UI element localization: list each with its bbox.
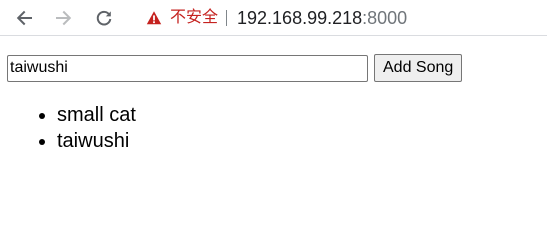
song-list-item: small cat bbox=[57, 102, 136, 128]
address-divider bbox=[226, 10, 228, 26]
url-text[interactable]: 192.168.99.218:8000 bbox=[237, 2, 407, 34]
song-list-item: taiwushi bbox=[57, 128, 136, 154]
arrow-left-icon bbox=[16, 10, 32, 26]
song-input[interactable] bbox=[7, 54, 368, 82]
url-host: 192.168.99.218 bbox=[237, 8, 363, 28]
security-status-label[interactable]: 不安全 bbox=[170, 2, 218, 34]
song-list: small cat taiwushi bbox=[0, 102, 136, 154]
url-port: :8000 bbox=[362, 8, 408, 28]
back-button[interactable] bbox=[12, 6, 36, 30]
reload-icon bbox=[96, 10, 112, 26]
page-content: Add Song small cat taiwushi bbox=[0, 37, 547, 236]
forward-button[interactable] bbox=[52, 6, 76, 30]
browser-toolbar: 不安全 192.168.99.218:8000 bbox=[0, 0, 547, 36]
warning-icon bbox=[146, 11, 162, 25]
add-song-button[interactable]: Add Song bbox=[374, 54, 463, 82]
arrow-right-icon bbox=[56, 10, 72, 26]
reload-button[interactable] bbox=[92, 6, 116, 30]
add-song-form: Add Song bbox=[7, 54, 463, 82]
address-bar[interactable]: 不安全 192.168.99.218:8000 bbox=[138, 2, 547, 34]
